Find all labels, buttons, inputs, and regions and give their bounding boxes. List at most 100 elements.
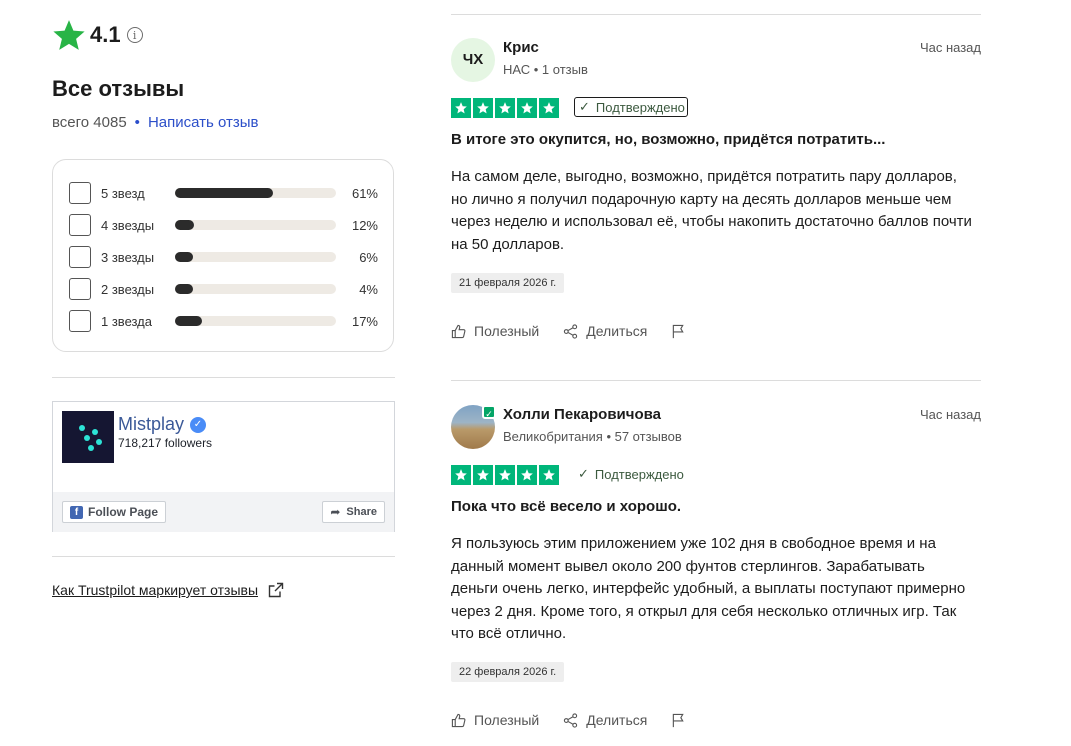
total-reviews-count: всего 4085 — [52, 114, 127, 131]
filter-checkbox-3[interactable] — [69, 246, 91, 268]
review-actions: Полезный Делиться — [451, 712, 718, 728]
divider — [52, 377, 395, 378]
rating-value: 4.1 — [90, 22, 121, 47]
filter-checkbox-2[interactable] — [69, 278, 91, 300]
distribution-row-2[interactable]: 2 звезды 4% — [69, 277, 379, 301]
page-title: Все отзывы — [52, 76, 185, 101]
rating-star-icon — [495, 98, 515, 118]
distribution-label: 2 звезды — [101, 281, 155, 297]
rating-distribution: 5 звезд 61% 4 звезды 12% 3 звезды 6% 2 з… — [52, 159, 394, 352]
flag-icon — [673, 324, 685, 338]
share-page-button[interactable]: ➦ Share — [322, 501, 385, 523]
mistplay-logo[interactable] — [62, 411, 114, 463]
useful-button[interactable]: Полезный — [451, 712, 539, 728]
how-trustpilot-labels-link[interactable]: Как Trustpilot маркирует отзывы — [52, 582, 284, 598]
distribution-percent: 6% — [359, 249, 378, 265]
verified-label: Подтверждено — [595, 99, 685, 115]
write-review-link[interactable]: Написать отзыв — [148, 114, 259, 131]
separator-dot: • — [134, 114, 140, 131]
follow-page-button[interactable]: f Follow Page — [62, 501, 167, 523]
report-button[interactable] — [671, 324, 694, 339]
facebook-page-name[interactable]: Mistplay — [118, 414, 184, 435]
distribution-row-4[interactable]: 4 звезды 12% — [69, 213, 379, 237]
distribution-percent: 12% — [351, 217, 378, 233]
distribution-bar — [175, 284, 336, 294]
distribution-percent: 17% — [351, 313, 378, 329]
rating-star-icon — [473, 465, 493, 485]
distribution-percent: 61% — [351, 185, 378, 201]
share-label: Делиться — [586, 323, 648, 339]
distribution-bar — [175, 316, 336, 326]
distribution-label: 3 звезды — [101, 249, 155, 265]
review-body: Я пользуюсь этим приложением уже 102 дня… — [451, 535, 966, 642]
external-link-icon — [268, 582, 284, 598]
distribution-bar-fill — [175, 188, 274, 198]
filter-checkbox-4[interactable] — [69, 214, 91, 236]
distribution-bar-fill — [175, 252, 193, 262]
how-link-label: Как Trustpilot маркирует отзывы — [52, 582, 259, 598]
share-label: Делиться — [586, 712, 648, 728]
verified-badge[interactable]: ✓ Подтверждено — [574, 97, 688, 117]
info-icon[interactable]: i — [126, 27, 143, 43]
review-title[interactable]: Пока что всё весело и хорошо. — [451, 498, 681, 515]
useful-button[interactable]: Полезный — [451, 323, 539, 339]
reviewer-name[interactable]: Холли Пекаровичова — [503, 406, 661, 423]
reviewer-meta: НАС • 1 отзыв — [503, 62, 588, 77]
reviewer-meta: Великобритания • 57 отзывов — [503, 429, 682, 444]
avatar[interactable]: ЧХ — [451, 38, 495, 82]
review-title[interactable]: В итоге это окупится, но, возможно, прид… — [451, 131, 885, 148]
star-icon — [53, 20, 85, 50]
review-time: Час назад — [919, 407, 981, 422]
useful-label: Полезный — [474, 323, 540, 339]
share-page-label: Share — [346, 506, 377, 518]
thumbs-up-icon — [451, 713, 466, 727]
checkmark-icon: ✓ — [578, 466, 589, 481]
facebook-page-widget: Mistplay ✓ 718,217 followers f Follow Pa… — [52, 401, 395, 532]
distribution-bar-fill — [175, 284, 193, 294]
facebook-icon: f — [70, 505, 83, 519]
distribution-label: 4 звезды — [101, 217, 155, 233]
report-button[interactable] — [671, 713, 694, 728]
rating-star-icon — [451, 465, 471, 485]
review-card: ✓ Холли Пекаровичова Великобритания • 57… — [451, 405, 981, 735]
share-button[interactable]: Делиться — [563, 323, 647, 339]
distribution-row-3[interactable]: 3 звезды 6% — [69, 245, 379, 269]
review-date: 21 февраля 2026 г. — [451, 273, 565, 293]
star-rating — [451, 465, 559, 485]
star-rating — [451, 98, 559, 118]
review-body: На самом деле, выгодно, возможно, придёт… — [451, 168, 972, 253]
distribution-row-5[interactable]: 5 звезд 61% — [69, 181, 379, 205]
distribution-label: 1 звезда — [101, 313, 152, 329]
verified-badge[interactable]: ✓ Подтверждено — [574, 464, 686, 484]
rating-summary: 4.1 i — [52, 18, 143, 52]
share-icon — [564, 712, 578, 728]
share-arrow-icon: ➦ — [330, 505, 341, 519]
rating-star-icon — [539, 98, 559, 118]
rating-star-icon — [517, 98, 537, 118]
filter-checkbox-5[interactable] — [69, 182, 91, 204]
rating-star-icon — [451, 98, 471, 118]
filter-checkbox-1[interactable] — [69, 310, 91, 332]
share-icon — [564, 323, 578, 339]
flag-icon — [673, 713, 685, 727]
rating-star-icon — [517, 465, 537, 485]
checkmark-icon: ✓ — [579, 99, 590, 114]
useful-label: Полезный — [474, 712, 540, 728]
rating-star-icon — [473, 98, 493, 118]
distribution-percent: 4% — [359, 281, 378, 297]
review-time: Час назад — [919, 40, 981, 55]
distribution-bar — [175, 220, 336, 230]
verified-label: Подтверждено — [594, 466, 684, 482]
total-reviews-row: всего 4085 • Написать отзыв — [52, 114, 259, 131]
reviewer-name[interactable]: Крис — [503, 39, 539, 56]
distribution-bar-fill — [175, 316, 203, 326]
divider — [451, 380, 981, 381]
rating-star-icon — [539, 465, 559, 485]
review-date: 22 февраля 2026 г. — [451, 662, 565, 682]
thumbs-up-icon — [451, 324, 466, 338]
distribution-bar — [175, 252, 336, 262]
share-button[interactable]: Делиться — [563, 712, 647, 728]
distribution-row-1[interactable]: 1 звезда 17% — [69, 309, 379, 333]
distribution-bar — [175, 188, 336, 198]
divider — [52, 556, 395, 557]
